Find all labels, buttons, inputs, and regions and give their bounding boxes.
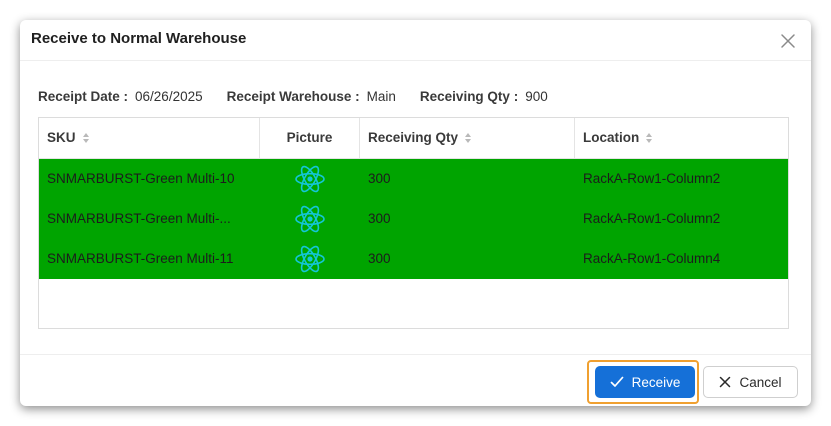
receipt-warehouse: Receipt Warehouse : Main	[227, 89, 396, 107]
check-icon	[610, 376, 623, 387]
receipt-date-value: 06/26/2025	[135, 89, 203, 104]
table-body: SNMARBURST-Green Multi-10 300 RackA-Row1…	[39, 159, 788, 279]
receiving-qty-value: 900	[525, 89, 548, 104]
cancel-button[interactable]: Cancel	[703, 366, 798, 398]
receipt-date: Receipt Date : 06/26/2025	[38, 89, 203, 107]
close-icon[interactable]	[779, 32, 797, 50]
react-atom-icon	[295, 205, 325, 233]
sort-icon[interactable]	[646, 133, 653, 143]
receipt-date-label: Receipt Date :	[38, 89, 129, 104]
close-icon	[720, 376, 731, 388]
cell-sku: SNMARBURST-Green Multi-11	[47, 251, 234, 266]
cell-qty: 300	[368, 211, 391, 226]
cell-location: RackA-Row1-Column2	[583, 171, 721, 186]
column-label: SKU	[47, 130, 76, 145]
column-header-sku[interactable]: SKU	[39, 118, 260, 158]
receipt-warehouse-label: Receipt Warehouse :	[226, 89, 360, 104]
receipt-warehouse-value: Main	[366, 89, 396, 104]
cell-location: RackA-Row1-Column2	[583, 211, 721, 226]
receive-button[interactable]: Receive	[595, 366, 695, 398]
column-header-location[interactable]: Location	[575, 118, 788, 158]
table-row[interactable]: SNMARBURST-Green Multi-... 300 RackA-Row…	[39, 199, 788, 239]
table-row[interactable]: SNMARBURST-Green Multi-10 300 RackA-Row1…	[39, 159, 788, 199]
column-header-picture: Picture	[260, 118, 360, 158]
items-table: SKU Picture Receiving Qty Location SNMAR…	[38, 117, 789, 329]
column-label: Location	[583, 130, 640, 145]
sort-icon[interactable]	[465, 133, 472, 143]
dialog-footer: Receive Cancel	[20, 354, 811, 406]
column-header-receiving-qty[interactable]: Receiving Qty	[360, 118, 575, 158]
receiving-qty: Receiving Qty : 900	[420, 89, 548, 107]
cell-qty: 300	[368, 171, 391, 186]
cell-location: RackA-Row1-Column4	[583, 251, 721, 266]
column-label: Receiving Qty	[368, 130, 459, 145]
cell-sku: SNMARBURST-Green Multi-...	[47, 211, 231, 226]
cell-picture	[260, 199, 360, 239]
table-row[interactable]: SNMARBURST-Green Multi-11 300 RackA-Row1…	[39, 239, 788, 279]
table-header: SKU Picture Receiving Qty Location	[39, 118, 788, 159]
sort-icon[interactable]	[82, 133, 89, 143]
dialog-title: Receive to Normal Warehouse	[31, 30, 247, 47]
column-label: Picture	[286, 130, 333, 145]
receiving-qty-label: Receiving Qty :	[419, 89, 519, 104]
cell-picture	[260, 239, 360, 279]
cell-sku: SNMARBURST-Green Multi-10	[47, 171, 235, 186]
receipt-info: Receipt Date : 06/26/2025 Receipt Wareho…	[38, 89, 548, 107]
receive-dialog: Receive to Normal Warehouse Receipt Date…	[20, 20, 811, 406]
dialog-header: Receive to Normal Warehouse	[20, 20, 811, 61]
cell-picture	[260, 159, 360, 199]
react-atom-icon	[295, 165, 325, 193]
react-atom-icon	[295, 245, 325, 273]
receive-button-label: Receive	[631, 374, 681, 390]
cancel-button-label: Cancel	[739, 374, 782, 390]
cell-qty: 300	[368, 251, 391, 266]
